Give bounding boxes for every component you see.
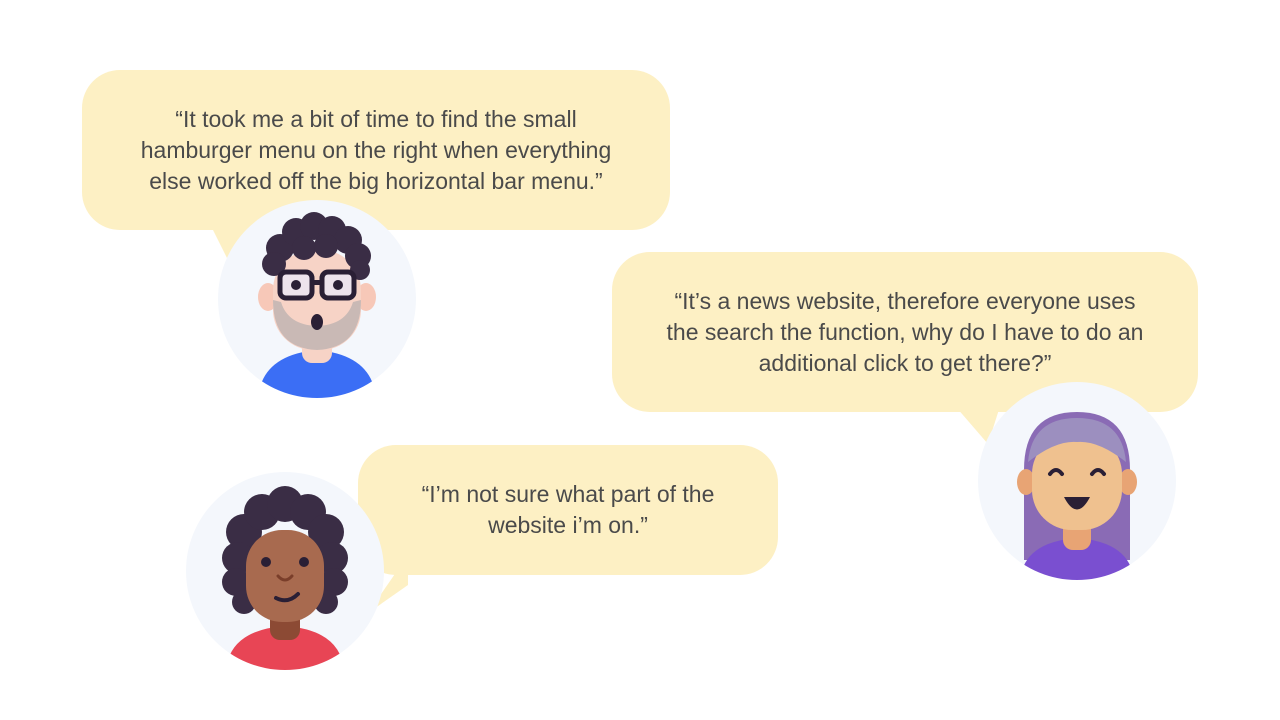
quote-text-3: “I’m not sure what part of the website i… (422, 479, 715, 541)
avatar-man-glasses (218, 200, 416, 398)
quote-line: else worked off the big horizontal bar m… (149, 167, 603, 194)
quote-line: “I’m not sure what part of the (421, 481, 715, 507)
quote-line: hamburger menu on the right when everyth… (140, 136, 612, 163)
quote-line: additional click to get there?” (758, 349, 1052, 376)
quote-line: “It’s a news website, therefore everyone… (674, 287, 1136, 314)
man-with-glasses-surprised-icon (258, 212, 376, 398)
woman-purple-hair-smiling-icon (1017, 412, 1137, 580)
quote-text-1: “It took me a bit of time to find the sm… (141, 104, 612, 197)
avatar-person-curly-hair (186, 472, 384, 670)
quote-line: “It took me a bit of time to find the sm… (175, 105, 577, 132)
avatar-woman-purple-hair (978, 382, 1176, 580)
quote-line: website i’m on.” (488, 512, 648, 538)
person-curly-hair-smiling-icon (222, 486, 348, 670)
quote-bubble-3: “I’m not sure what part of the website i… (358, 445, 778, 575)
quote-text-2: “It’s a news website, therefore everyone… (667, 286, 1144, 379)
quote-line: the search the function, why do I have t… (666, 318, 1144, 345)
